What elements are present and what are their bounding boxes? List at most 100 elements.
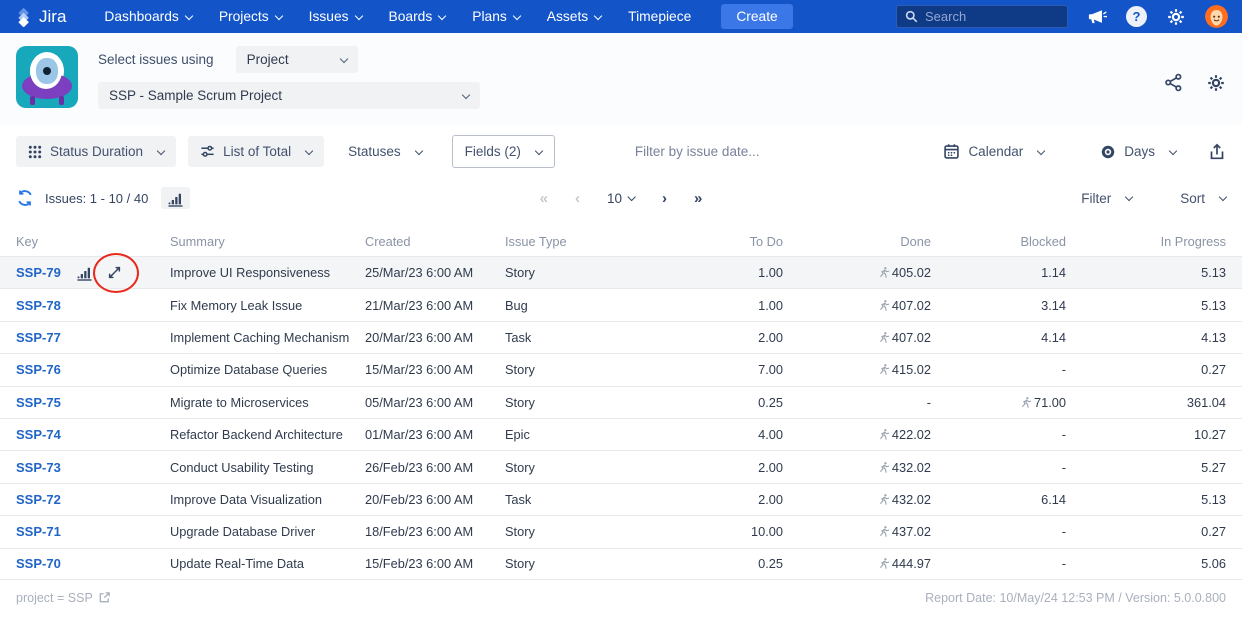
table-row[interactable]: SSP-77 Implement Caching Mechanism 20/Ma… bbox=[0, 320, 1242, 353]
col-header-done: Done bbox=[900, 233, 931, 249]
create-button[interactable]: Create bbox=[721, 4, 793, 29]
cell-blocked: - bbox=[1061, 459, 1066, 475]
issue-key-link[interactable]: SSP-79 bbox=[16, 265, 61, 280]
cell-created: 26/Feb/23 6:00 AM bbox=[365, 459, 474, 475]
row-bar-chart-icon[interactable] bbox=[76, 265, 93, 281]
issue-key-link[interactable]: SSP-75 bbox=[16, 395, 61, 410]
nav-item-projects[interactable]: Projects bbox=[219, 9, 283, 24]
cell-created: 21/Mar/23 6:00 AM bbox=[365, 297, 474, 313]
chevron-down-icon bbox=[339, 54, 348, 63]
top-nav: Jira Dashboards Projects Issues Boards P… bbox=[0, 0, 1242, 33]
export-icon[interactable] bbox=[1208, 143, 1226, 161]
chart-view-toggle[interactable] bbox=[161, 187, 191, 209]
cell-key: SSP-73 bbox=[16, 460, 170, 475]
cell-created: 25/Mar/23 6:00 AM bbox=[365, 265, 474, 281]
filter-dropdown[interactable]: Filter bbox=[1081, 191, 1134, 206]
table-row[interactable]: SSP-75 Migrate to Microservices 05/Mar/2… bbox=[0, 385, 1242, 418]
avatar[interactable] bbox=[1205, 5, 1228, 28]
settings-gear-icon[interactable] bbox=[1166, 7, 1186, 27]
table-row[interactable]: SSP-72 Improve Data Visualization 20/Feb… bbox=[0, 482, 1242, 515]
issue-key-link[interactable]: SSP-72 bbox=[16, 492, 61, 507]
calendar-button[interactable]: Calendar bbox=[931, 135, 1056, 168]
prev-page-button[interactable]: ‹ bbox=[575, 190, 580, 207]
grid-icon bbox=[28, 145, 42, 159]
nav-item-issues[interactable]: Issues bbox=[309, 9, 363, 24]
days-unit-button[interactable]: Days bbox=[1088, 136, 1188, 168]
cell-in-progress: 5.06 bbox=[1201, 556, 1226, 572]
cell-summary: Improve Data Visualization bbox=[170, 491, 322, 507]
jira-logo-icon bbox=[14, 6, 35, 27]
sort-dropdown[interactable]: Sort bbox=[1180, 191, 1228, 206]
jql-link[interactable]: project = SSP bbox=[16, 591, 111, 605]
cell-key: SSP-77 bbox=[16, 330, 170, 345]
chevron-down-icon bbox=[627, 192, 637, 202]
cell-summary: Refactor Backend Architecture bbox=[170, 427, 343, 443]
refresh-icon[interactable] bbox=[16, 189, 34, 207]
project-select[interactable]: SSP - Sample Scrum Project bbox=[98, 82, 480, 109]
issue-key-link[interactable]: SSP-78 bbox=[16, 298, 61, 313]
report-settings-gear-icon[interactable] bbox=[1206, 73, 1226, 93]
table-row[interactable]: SSP-70 Update Real-Time Data 15/Feb/23 6… bbox=[0, 547, 1242, 580]
chevron-down-icon bbox=[414, 146, 423, 155]
help-icon[interactable]: ? bbox=[1126, 6, 1147, 27]
cell-issue-type: Story bbox=[505, 524, 535, 540]
cell-in-progress: 10.27 bbox=[1193, 427, 1226, 443]
calendar-icon bbox=[943, 143, 960, 160]
next-page-button[interactable]: › bbox=[662, 190, 667, 207]
table-row[interactable]: SSP-79 Improve UI Responsiveness 25/Mar/… bbox=[0, 253, 1242, 294]
global-search[interactable] bbox=[896, 5, 1068, 28]
cell-summary: Update Real-Time Data bbox=[170, 556, 304, 572]
chevron-down-icon bbox=[1168, 146, 1178, 155]
nav-item-dashboards[interactable]: Dashboards bbox=[104, 9, 194, 24]
cell-blocked: 4.14 bbox=[1041, 329, 1066, 345]
chevron-down-icon bbox=[1124, 192, 1134, 202]
issue-key-link[interactable]: SSP-71 bbox=[16, 524, 61, 539]
nav-item-assets[interactable]: Assets bbox=[547, 9, 603, 24]
brand-text: Jira bbox=[39, 6, 67, 26]
issue-key-link[interactable]: SSP-74 bbox=[16, 427, 61, 442]
cell-summary: Upgrade Database Driver bbox=[170, 524, 316, 540]
last-page-button[interactable]: » bbox=[694, 190, 702, 207]
issue-key-link[interactable]: SSP-73 bbox=[16, 460, 61, 475]
search-input[interactable] bbox=[925, 9, 1045, 24]
chevron-down-icon bbox=[438, 11, 447, 20]
cell-todo: 1.00 bbox=[758, 265, 783, 281]
share-icon[interactable] bbox=[1164, 73, 1183, 92]
chevron-down-icon bbox=[534, 146, 544, 155]
issue-key-link[interactable]: SSP-76 bbox=[16, 362, 61, 377]
page-size-select[interactable]: 10 bbox=[607, 191, 637, 206]
issue-source-select[interactable]: Project bbox=[235, 46, 358, 73]
jira-logo[interactable]: Jira bbox=[14, 6, 66, 27]
table-row[interactable]: SSP-71 Upgrade Database Driver 18/Feb/23… bbox=[0, 515, 1242, 547]
runner-icon bbox=[880, 332, 889, 343]
first-page-button[interactable]: « bbox=[540, 190, 548, 207]
col-header-blocked: Blocked bbox=[1020, 233, 1066, 249]
nav-item-timepiece[interactable]: Timepiece bbox=[628, 9, 691, 24]
target-eye-icon bbox=[1100, 144, 1116, 160]
cell-created: 20/Mar/23 6:00 AM bbox=[365, 329, 474, 345]
list-of-total-button[interactable]: List of Total bbox=[188, 136, 325, 167]
cell-summary: Implement Caching Mechanism bbox=[170, 329, 350, 345]
table-row[interactable]: SSP-73 Conduct Usability Testing 26/Feb/… bbox=[0, 450, 1242, 482]
nav-item-boards[interactable]: Boards bbox=[389, 9, 447, 24]
chevron-down-icon bbox=[274, 11, 283, 20]
cell-todo: 2.00 bbox=[758, 459, 783, 475]
table-row[interactable]: SSP-78 Fix Memory Leak Issue 21/Mar/23 6… bbox=[0, 288, 1242, 320]
issue-date-filter-input[interactable] bbox=[634, 144, 845, 159]
issue-key-link[interactable]: SSP-77 bbox=[16, 330, 61, 345]
chevron-down-icon bbox=[184, 11, 194, 20]
issues-count-label: Issues: 1 - 10 / 40 bbox=[45, 190, 149, 206]
cell-summary: Improve UI Responsiveness bbox=[170, 265, 331, 281]
fields-button[interactable]: Fields (2) bbox=[451, 135, 555, 168]
statuses-button[interactable]: Statuses bbox=[336, 136, 434, 167]
table-row[interactable]: SSP-74 Refactor Backend Architecture 01/… bbox=[0, 417, 1242, 450]
cell-in-progress: 5.27 bbox=[1201, 459, 1226, 475]
report-footer: project = SSP Report Date: 10/May/24 12:… bbox=[0, 580, 1242, 605]
issue-key-link[interactable]: SSP-70 bbox=[16, 556, 61, 571]
expand-icon[interactable] bbox=[107, 265, 122, 280]
nav-item-plans[interactable]: Plans bbox=[472, 9, 522, 24]
status-duration-button[interactable]: Status Duration bbox=[16, 136, 177, 167]
table-row[interactable]: SSP-76 Optimize Database Queries 15/Mar/… bbox=[0, 353, 1242, 385]
chevron-down-icon bbox=[593, 11, 603, 20]
announcements-megaphone-icon[interactable] bbox=[1087, 8, 1107, 26]
